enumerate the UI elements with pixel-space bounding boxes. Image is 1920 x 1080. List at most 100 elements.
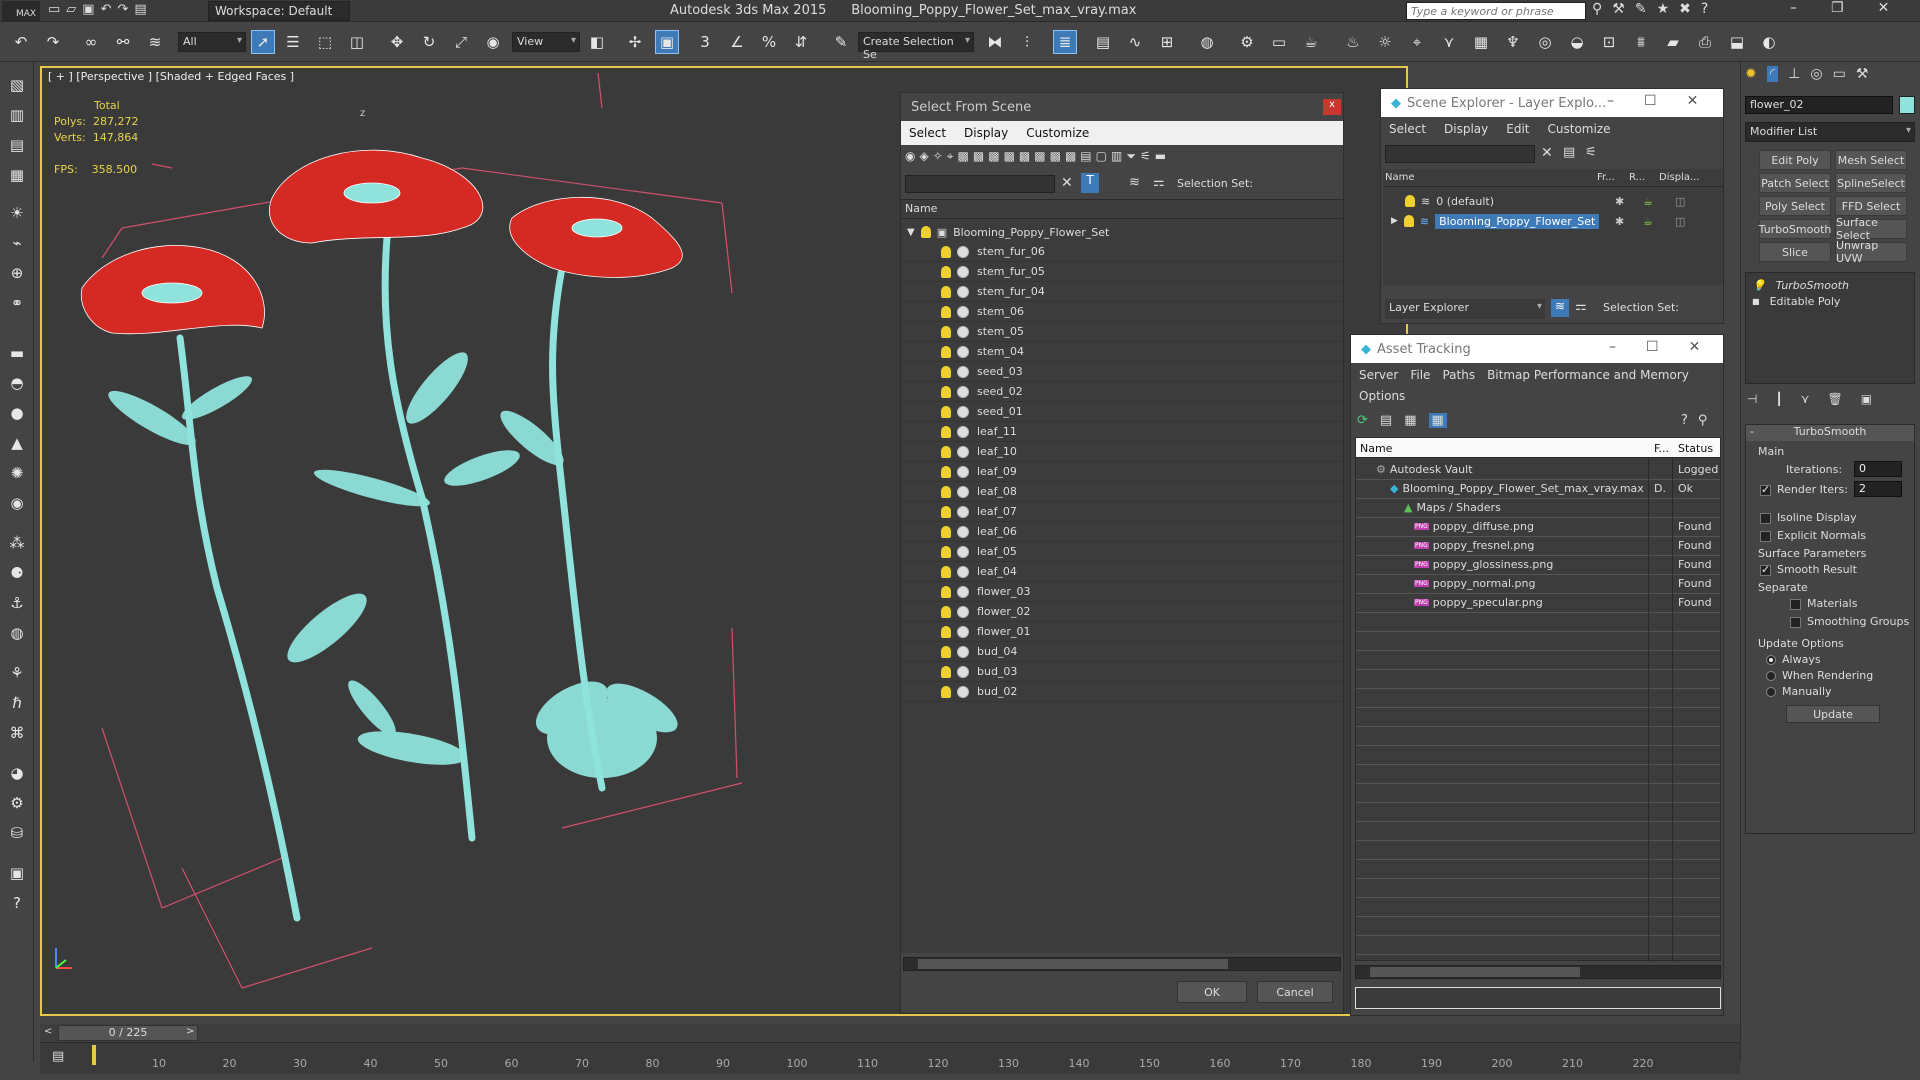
hierarchy-tab-icon[interactable]: ⊥ xyxy=(1788,66,1800,82)
filter-bones-icon[interactable]: ▩ xyxy=(1019,149,1030,169)
modifier-button[interactable]: Edit Poly xyxy=(1759,150,1831,170)
sfs-menu-display[interactable]: Display xyxy=(964,126,1008,140)
render-window-icon[interactable]: ▣ xyxy=(6,862,28,884)
time-prev-button[interactable]: < xyxy=(44,1026,52,1037)
box-icon[interactable]: ▧ xyxy=(6,74,28,96)
render-icon[interactable]: ☕ xyxy=(1300,31,1322,53)
sfs-scroll-thumb[interactable] xyxy=(918,959,1228,969)
sfs-item-row[interactable]: leaf_11 xyxy=(901,422,1343,442)
sfs-item-row[interactable]: stem_05 xyxy=(901,322,1343,342)
sfs-item-row[interactable]: stem_06 xyxy=(901,302,1343,322)
light-bulb-icon[interactable] xyxy=(941,545,951,558)
extended-primitives-icon[interactable]: ▤ xyxy=(6,134,28,156)
dome-camera-icon[interactable]: ◐ xyxy=(1758,31,1780,53)
minimize-icon[interactable]: – xyxy=(1790,0,1797,16)
materials-checkbox[interactable] xyxy=(1790,598,1801,610)
light-bulb-icon[interactable]: 💡 xyxy=(1752,279,1766,292)
undo-icon[interactable]: ↶ xyxy=(10,31,32,53)
modify-tab-icon[interactable]: ◜ xyxy=(1766,66,1779,82)
pivot-center-icon[interactable]: ◧ xyxy=(586,31,608,53)
sfs-menu-select[interactable]: Select xyxy=(909,126,946,140)
filter-cameras-icon[interactable]: ⌖ xyxy=(947,149,954,169)
light-icon[interactable]: ♨ xyxy=(1342,31,1364,53)
compound-icon[interactable]: ▦ xyxy=(6,164,28,186)
vray-light-icon[interactable]: ♆ xyxy=(1502,31,1524,53)
new-file-icon[interactable]: ▭ xyxy=(48,2,60,20)
rotate-icon[interactable]: ↻ xyxy=(418,31,440,53)
smooth-result-row[interactable]: Smooth Result xyxy=(1760,563,1857,576)
minimize-icon[interactable]: – xyxy=(1609,339,1616,355)
help-icon[interactable]: ? xyxy=(1701,1,1708,17)
filter-frozen-icon[interactable]: ▩ xyxy=(1050,149,1061,169)
smoothing-groups-row[interactable]: Smoothing Groups xyxy=(1790,615,1909,628)
sfs-item-row[interactable]: bud_04 xyxy=(901,642,1343,662)
sfs-item-row[interactable]: seed_01 xyxy=(901,402,1343,422)
minimize-icon[interactable]: – xyxy=(1607,93,1614,109)
help-icon[interactable]: ? xyxy=(1681,413,1688,428)
frame-buffer-icon[interactable]: ▦ xyxy=(1470,31,1492,53)
binoculars-icon[interactable]: ⚲ xyxy=(1592,1,1602,17)
modifier-button[interactable]: Surface Select xyxy=(1835,216,1907,242)
se-col-frozen[interactable]: Fr... xyxy=(1597,172,1615,183)
utilities-tab-icon[interactable]: ⚒ xyxy=(1856,66,1869,82)
spinner-snap-icon[interactable]: ⇵ xyxy=(790,31,812,53)
bind-spacewarp-icon[interactable]: ≋ xyxy=(144,31,166,53)
fur-icon[interactable]: ⩩ xyxy=(1630,31,1652,53)
sfs-item-row[interactable]: flower_01 xyxy=(901,622,1343,642)
collapse-icon[interactable]: ▬ xyxy=(1155,149,1166,169)
light-bulb-icon[interactable] xyxy=(941,385,951,398)
material-editor-icon[interactable]: ◍ xyxy=(1196,31,1218,53)
close-icon[interactable]: ✕ xyxy=(1689,339,1701,355)
select-from-scene-titlebar[interactable]: Select From Scene xyxy=(901,93,1343,121)
object-color-swatch[interactable] xyxy=(1899,96,1915,114)
sfs-selection-set-icon[interactable]: ⚎ xyxy=(1153,175,1165,190)
sfs-column-name[interactable]: Name xyxy=(905,202,937,215)
link-icon[interactable]: ∞ xyxy=(80,31,102,53)
redo-icon[interactable]: ↷ xyxy=(118,2,129,20)
proxy-icon[interactable]: ⊡ xyxy=(1598,31,1620,53)
light-bulb-icon[interactable] xyxy=(920,226,931,238)
tools-icon[interactable]: ⚒ xyxy=(1612,1,1625,17)
se-clear-search-icon[interactable]: ✕ xyxy=(1541,145,1553,161)
light-bulb-icon[interactable] xyxy=(941,685,951,698)
modifier-bend-icon[interactable]: ⌁ xyxy=(6,232,28,254)
maxscript-icon[interactable]: ⛁ xyxy=(6,822,28,844)
light-bulb-icon[interactable] xyxy=(941,325,951,338)
make-unique-icon[interactable]: ⋎ xyxy=(1801,392,1810,406)
light-bulb-icon[interactable]: ☀ xyxy=(6,202,28,224)
show-end-result-icon[interactable]: ┃ xyxy=(1775,392,1782,406)
se-layer-row-default[interactable]: ≋ 0 (default) ✱ ☕ ◫ xyxy=(1383,191,1723,211)
sphere-icon[interactable]: ◎ xyxy=(1534,31,1556,53)
display-invert-icon[interactable]: ▥ xyxy=(1111,149,1122,169)
display-none-icon[interactable]: ▢ xyxy=(1096,149,1107,169)
bone-icon[interactable]: ⚭ xyxy=(6,292,28,314)
sfs-item-row[interactable]: leaf_07 xyxy=(901,502,1343,522)
light-bulb-icon[interactable] xyxy=(1403,215,1414,227)
reference-coord-dropdown[interactable]: View xyxy=(512,32,580,52)
contextual-help-icon[interactable]: ⚲ xyxy=(1698,413,1708,428)
expand-arrow-icon[interactable]: ▶ xyxy=(1391,216,1398,226)
sun-object-icon[interactable]: ✺ xyxy=(6,462,28,484)
sfs-find-case-icon[interactable]: T xyxy=(1081,173,1099,193)
select-from-scene-close-button[interactable]: x xyxy=(1323,99,1341,115)
at-col-name[interactable]: Name xyxy=(1360,442,1392,455)
modifier-button[interactable]: Slice xyxy=(1759,242,1831,262)
sfs-item-row[interactable]: seed_03 xyxy=(901,362,1343,382)
se-menu-select[interactable]: Select xyxy=(1389,122,1426,136)
maximize-icon[interactable]: ☐ xyxy=(1646,339,1659,355)
at-scroll-thumb[interactable] xyxy=(1370,967,1580,977)
modifier-button[interactable]: FFD Select xyxy=(1835,196,1907,216)
motion-tab-icon[interactable]: ◎ xyxy=(1810,66,1822,82)
sfs-item-row[interactable]: bud_02 xyxy=(901,682,1343,702)
light-bulb-icon[interactable] xyxy=(941,365,951,378)
particle-icon[interactable]: ⁂ xyxy=(6,532,28,554)
configure-sets-icon[interactable]: ▣ xyxy=(1861,392,1872,406)
asset-row[interactable]: ◆ Blooming_Poppy_Flower_Set_max_vray.max D… xyxy=(1356,479,1720,499)
sfs-item-row[interactable]: flower_03 xyxy=(901,582,1343,602)
explicit-normals-row[interactable]: Explicit Normals xyxy=(1760,529,1866,542)
maximize-icon[interactable]: ❐ xyxy=(1831,0,1844,16)
modifier-list-dropdown[interactable]: Modifier List xyxy=(1745,122,1915,142)
render-iters-checkbox[interactable] xyxy=(1760,483,1771,496)
tool-icon[interactable]: ⚙ xyxy=(6,792,28,814)
light-bulb-icon[interactable] xyxy=(941,485,951,498)
